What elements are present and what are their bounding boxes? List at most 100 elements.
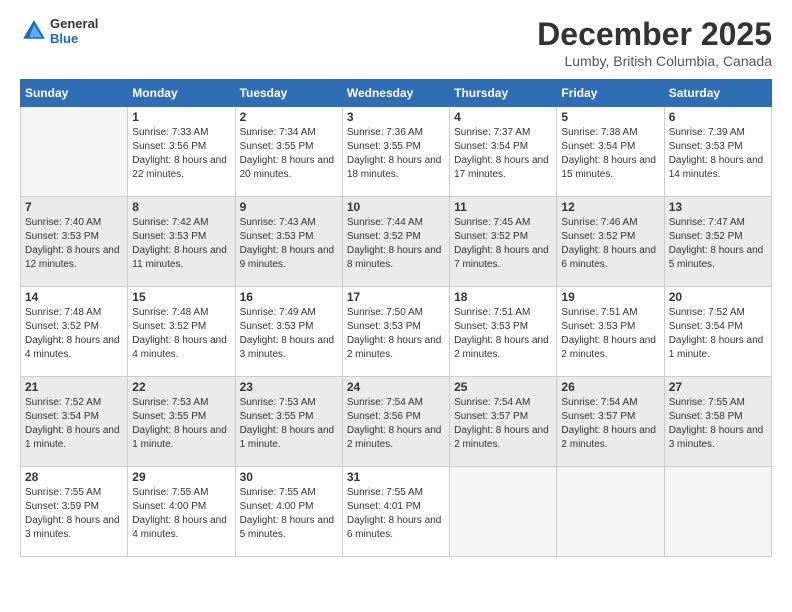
calendar-cell: 8 Sunrise: 7:42 AMSunset: 3:53 PMDaylight… (128, 197, 235, 287)
calendar-cell: 24 Sunrise: 7:54 AMSunset: 3:56 PMDayligh… (342, 377, 449, 467)
weekday-header-sunday: Sunday (21, 80, 128, 107)
day-number: 11 (454, 200, 552, 214)
calendar-cell: 1 Sunrise: 7:33 AMSunset: 3:56 PMDaylight… (128, 107, 235, 197)
weekday-header-thursday: Thursday (450, 80, 557, 107)
calendar-cell: 2Sunrise: 7:34 AMSunset: 3:55 PMDaylight… (235, 107, 342, 197)
day-number: 6 (669, 110, 767, 124)
weekday-header-row: SundayMondayTuesdayWednesdayThursdayFrid… (21, 80, 772, 107)
cell-info: Sunrise: 7:36 AMSunset: 3:55 PMDaylight:… (347, 126, 445, 182)
logo-icon (20, 17, 48, 45)
calendar-week-row: 21 Sunrise: 7:52 AMSunset: 3:54 PMDayligh… (21, 377, 772, 467)
calendar-cell (557, 467, 664, 557)
location: Lumby, British Columbia, Canada (537, 53, 772, 69)
cell-info: Sunrise: 7:33 AMSunset: 3:56 PMDaylight:… (132, 126, 230, 182)
title-area: December 2025 Lumby, British Columbia, C… (537, 16, 772, 69)
page-header: General Blue December 2025 Lumby, Britis… (20, 16, 772, 69)
calendar-week-row: 14Sunrise: 7:48 AMSunset: 3:52 PMDayligh… (21, 287, 772, 377)
day-number: 20 (669, 290, 767, 304)
calendar-cell: 25 Sunrise: 7:54 AMSunset: 3:57 PMDayligh… (450, 377, 557, 467)
weekday-header-wednesday: Wednesday (342, 80, 449, 107)
day-number: 28 (25, 470, 123, 484)
day-number: 30 (240, 470, 338, 484)
calendar-table: SundayMondayTuesdayWednesdayThursdayFrid… (20, 79, 772, 557)
cell-info: Sunrise: 7:51 AMSunset: 3:53 PMDaylight:… (454, 306, 552, 362)
cell-info: Sunrise: 7:50 AMSunset: 3:53 PMDaylight:… (347, 306, 445, 362)
cell-info: Sunrise: 7:45 AMSunset: 3:52 PMDaylight:… (454, 216, 552, 272)
cell-info: Sunrise: 7:53 AMSunset: 3:55 PMDaylight:… (240, 396, 338, 452)
day-number: 15 (132, 290, 230, 304)
day-number: 13 (669, 200, 767, 214)
cell-info: Sunrise: 7:37 AMSunset: 3:54 PMDaylight:… (454, 126, 552, 182)
cell-info: Sunrise: 7:52 AMSunset: 3:54 PMDaylight:… (669, 306, 767, 362)
cell-info: Sunrise: 7:55 AMSunset: 4:00 PMDaylight:… (240, 486, 338, 542)
day-number: 1 (132, 110, 230, 124)
calendar-cell (21, 107, 128, 197)
weekday-header-friday: Friday (557, 80, 664, 107)
day-number: 8 (132, 200, 230, 214)
calendar-cell: 14Sunrise: 7:48 AMSunset: 3:52 PMDayligh… (21, 287, 128, 377)
calendar-cell: 9 Sunrise: 7:43 AMSunset: 3:53 PMDaylight… (235, 197, 342, 287)
calendar-cell: 13 Sunrise: 7:47 AMSunset: 3:52 PMDayligh… (664, 197, 771, 287)
calendar-week-row: 28 Sunrise: 7:55 AMSunset: 3:59 PMDayligh… (21, 467, 772, 557)
calendar-cell: 16Sunrise: 7:49 AMSunset: 3:53 PMDayligh… (235, 287, 342, 377)
cell-info: Sunrise: 7:42 AMSunset: 3:53 PMDaylight:… (132, 216, 230, 272)
calendar-cell: 23Sunrise: 7:53 AMSunset: 3:55 PMDayligh… (235, 377, 342, 467)
calendar-cell (664, 467, 771, 557)
calendar-cell: 22Sunrise: 7:53 AMSunset: 3:55 PMDayligh… (128, 377, 235, 467)
weekday-header-tuesday: Tuesday (235, 80, 342, 107)
calendar-cell: 10Sunrise: 7:44 AMSunset: 3:52 PMDayligh… (342, 197, 449, 287)
calendar-week-row: 7Sunrise: 7:40 AMSunset: 3:53 PMDaylight… (21, 197, 772, 287)
weekday-header-saturday: Saturday (664, 80, 771, 107)
day-number: 5 (561, 110, 659, 124)
weekday-header-monday: Monday (128, 80, 235, 107)
calendar-cell: 5 Sunrise: 7:38 AMSunset: 3:54 PMDaylight… (557, 107, 664, 197)
day-number: 27 (669, 380, 767, 394)
day-number: 7 (25, 200, 123, 214)
calendar-cell: 27Sunrise: 7:55 AMSunset: 3:58 PMDayligh… (664, 377, 771, 467)
calendar-cell: 18Sunrise: 7:51 AMSunset: 3:53 PMDayligh… (450, 287, 557, 377)
cell-info: Sunrise: 7:47 AMSunset: 3:52 PMDaylight:… (669, 216, 767, 272)
cell-info: Sunrise: 7:43 AMSunset: 3:53 PMDaylight:… (240, 216, 338, 272)
cell-info: Sunrise: 7:52 AMSunset: 3:54 PMDaylight:… (25, 396, 123, 452)
day-number: 26 (561, 380, 659, 394)
day-number: 9 (240, 200, 338, 214)
cell-info: Sunrise: 7:54 AMSunset: 3:56 PMDaylight:… (347, 396, 445, 452)
day-number: 21 (25, 380, 123, 394)
cell-info: Sunrise: 7:54 AMSunset: 3:57 PMDaylight:… (561, 396, 659, 452)
cell-info: Sunrise: 7:55 AMSunset: 4:00 PMDaylight:… (132, 486, 230, 542)
cell-info: Sunrise: 7:44 AMSunset: 3:52 PMDaylight:… (347, 216, 445, 272)
day-number: 25 (454, 380, 552, 394)
cell-info: Sunrise: 7:38 AMSunset: 3:54 PMDaylight:… (561, 126, 659, 182)
day-number: 3 (347, 110, 445, 124)
cell-info: Sunrise: 7:48 AMSunset: 3:52 PMDaylight:… (132, 306, 230, 362)
day-number: 24 (347, 380, 445, 394)
calendar-cell: 17 Sunrise: 7:50 AMSunset: 3:53 PMDayligh… (342, 287, 449, 377)
calendar-cell: 11 Sunrise: 7:45 AMSunset: 3:52 PMDayligh… (450, 197, 557, 287)
cell-info: Sunrise: 7:54 AMSunset: 3:57 PMDaylight:… (454, 396, 552, 452)
logo-text: General Blue (50, 16, 98, 46)
calendar-cell: 3 Sunrise: 7:36 AMSunset: 3:55 PMDaylight… (342, 107, 449, 197)
day-number: 31 (347, 470, 445, 484)
day-number: 12 (561, 200, 659, 214)
calendar-body: 1 Sunrise: 7:33 AMSunset: 3:56 PMDaylight… (21, 107, 772, 557)
calendar-week-row: 1 Sunrise: 7:33 AMSunset: 3:56 PMDaylight… (21, 107, 772, 197)
calendar-cell: 31 Sunrise: 7:55 AMSunset: 4:01 PMDayligh… (342, 467, 449, 557)
day-number: 4 (454, 110, 552, 124)
day-number: 29 (132, 470, 230, 484)
cell-info: Sunrise: 7:49 AMSunset: 3:53 PMDaylight:… (240, 306, 338, 362)
day-number: 17 (347, 290, 445, 304)
cell-info: Sunrise: 7:48 AMSunset: 3:52 PMDaylight:… (25, 306, 123, 362)
calendar-cell: 7Sunrise: 7:40 AMSunset: 3:53 PMDaylight… (21, 197, 128, 287)
cell-info: Sunrise: 7:55 AMSunset: 3:59 PMDaylight:… (25, 486, 123, 542)
cell-info: Sunrise: 7:55 AMSunset: 4:01 PMDaylight:… (347, 486, 445, 542)
calendar-cell: 15 Sunrise: 7:48 AMSunset: 3:52 PMDayligh… (128, 287, 235, 377)
calendar-cell: 28 Sunrise: 7:55 AMSunset: 3:59 PMDayligh… (21, 467, 128, 557)
cell-info: Sunrise: 7:51 AMSunset: 3:53 PMDaylight:… (561, 306, 659, 362)
day-number: 19 (561, 290, 659, 304)
cell-info: Sunrise: 7:39 AMSunset: 3:53 PMDaylight:… (669, 126, 767, 182)
calendar-cell: 26 Sunrise: 7:54 AMSunset: 3:57 PMDayligh… (557, 377, 664, 467)
calendar-cell: 29 Sunrise: 7:55 AMSunset: 4:00 PMDayligh… (128, 467, 235, 557)
calendar-cell: 6 Sunrise: 7:39 AMSunset: 3:53 PMDaylight… (664, 107, 771, 197)
month-title: December 2025 (537, 16, 772, 53)
calendar-cell: 20 Sunrise: 7:52 AMSunset: 3:54 PMDayligh… (664, 287, 771, 377)
